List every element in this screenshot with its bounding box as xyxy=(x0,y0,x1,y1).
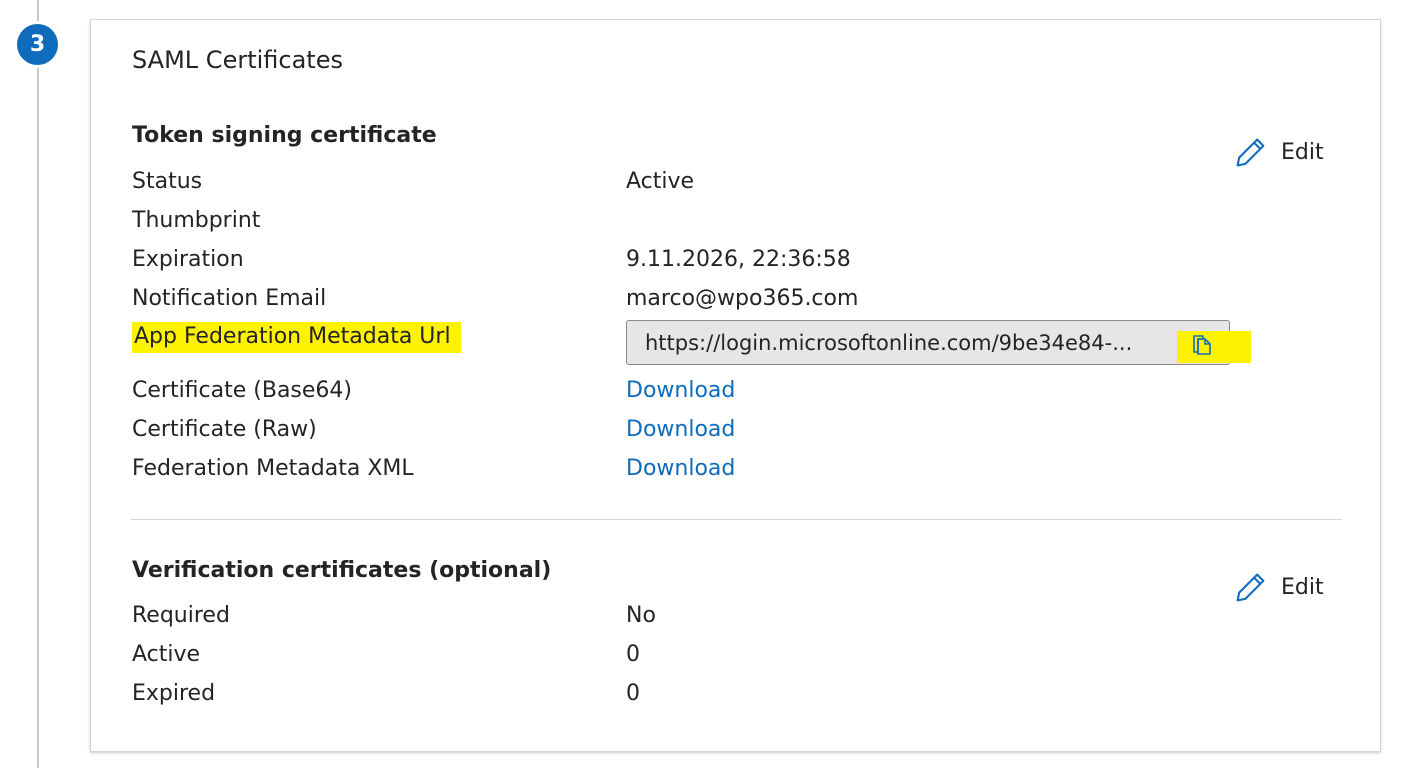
federation-xml-label: Federation Metadata XML xyxy=(132,456,414,481)
page: 3 SAML Certificates Token signing certif… xyxy=(0,0,1402,768)
step-connector-line xyxy=(37,0,39,768)
cert-raw-label: Certificate (Raw) xyxy=(132,417,317,442)
thumbprint-label: Thumbprint xyxy=(132,208,261,233)
metadata-url-label: App Federation Metadata Url xyxy=(132,322,461,353)
verification-edit-button[interactable]: Edit xyxy=(1234,571,1324,604)
token-signing-edit-label: Edit xyxy=(1281,140,1324,165)
expiration-value: 9.11.2026, 22:36:58 xyxy=(626,247,851,272)
expiration-label: Expiration xyxy=(132,247,244,272)
cert-raw-download-link[interactable]: Download xyxy=(626,417,735,442)
status-label: Status xyxy=(132,169,203,194)
status-value: Active xyxy=(626,169,695,194)
active-value: 0 xyxy=(626,642,640,667)
cert-base64-download-link[interactable]: Download xyxy=(626,378,735,403)
token-signing-title: Token signing certificate xyxy=(132,123,437,148)
saml-certificates-card: SAML Certificates Token signing certific… xyxy=(90,19,1381,752)
step-number-badge: 3 xyxy=(17,24,58,65)
notification-email-label: Notification Email xyxy=(132,286,327,311)
active-label: Active xyxy=(132,642,201,667)
notification-email-value: marco@wpo365.com xyxy=(626,286,859,311)
card-title: SAML Certificates xyxy=(132,46,343,74)
copy-icon xyxy=(1191,334,1213,360)
verification-title: Verification certificates (optional) xyxy=(132,558,552,583)
expired-value: 0 xyxy=(626,681,640,706)
verification-edit-label: Edit xyxy=(1281,575,1324,600)
copy-to-clipboard-button[interactable] xyxy=(1177,331,1251,363)
metadata-url-label-text: App Federation Metadata Url xyxy=(132,322,461,353)
metadata-url-field[interactable]: https://login.microsoftonline.com/9be34e… xyxy=(626,320,1251,365)
section-divider xyxy=(131,519,1342,520)
metadata-url-value[interactable]: https://login.microsoftonline.com/9be34e… xyxy=(627,331,1229,355)
required-value: No xyxy=(626,603,656,628)
cert-base64-label: Certificate (Base64) xyxy=(132,378,352,403)
federation-xml-download-link[interactable]: Download xyxy=(626,456,735,481)
token-signing-edit-button[interactable]: Edit xyxy=(1234,136,1324,169)
required-label: Required xyxy=(132,603,230,628)
pencil-icon xyxy=(1234,136,1267,169)
expired-label: Expired xyxy=(132,681,216,706)
pencil-icon xyxy=(1234,571,1267,604)
